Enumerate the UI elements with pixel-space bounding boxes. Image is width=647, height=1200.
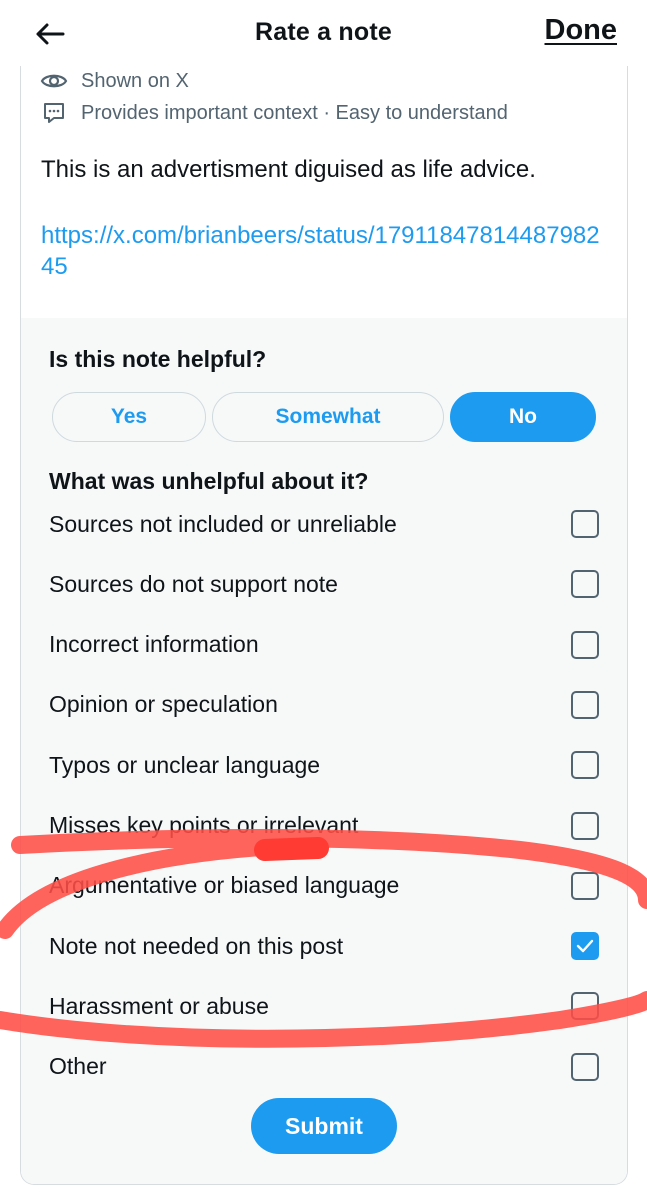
- checkbox[interactable]: [571, 510, 599, 538]
- checkbox[interactable]: [571, 1052, 599, 1081]
- reason-row[interactable]: Other: [49, 1045, 599, 1089]
- reason-row[interactable]: Harassment or abuse: [49, 984, 599, 1028]
- done-button[interactable]: Done: [545, 14, 618, 47]
- rating-panel: Is this note helpful? Yes Somewhat No Wh…: [21, 318, 627, 1184]
- checkbox[interactable]: [571, 751, 599, 780]
- checkbox[interactable]: [571, 992, 599, 1021]
- reason-row[interactable]: Argumentative or biased language: [49, 864, 599, 908]
- comment-icon: [39, 98, 69, 128]
- reason-row[interactable]: Incorrect information: [49, 623, 599, 667]
- checkbox[interactable]: [571, 811, 599, 840]
- reason-label: Opinion or speculation: [49, 691, 278, 718]
- reason-label: Typos or unclear language: [49, 751, 321, 778]
- checkbox[interactable]: [571, 570, 599, 599]
- reason-label: Misses key points or irrelevant: [49, 812, 359, 838]
- reason-label: Argumentative or biased language: [49, 872, 400, 899]
- top-bar: Rate a note Done: [0, 0, 647, 66]
- reason-row[interactable]: Misses key points or irrelevant: [49, 804, 599, 848]
- reason-label: Harassment or abuse: [49, 992, 269, 1019]
- note-tags-text: Provides important context · Easy to und…: [81, 101, 508, 124]
- checkbox-checked[interactable]: [571, 932, 599, 961]
- reason-label: Incorrect information: [49, 631, 259, 658]
- reason-row[interactable]: Typos or unclear language: [49, 743, 599, 787]
- reason-row[interactable]: Note not needed on this post: [49, 924, 599, 968]
- rating-somewhat-button[interactable]: Somewhat: [212, 392, 444, 442]
- note-body: This is an advertisment diguised as life…: [41, 156, 536, 183]
- checkbox[interactable]: [571, 871, 599, 900]
- note-status-row: Shown on X: [39, 66, 189, 96]
- note-tags-row: Provides important context · Easy to und…: [39, 98, 508, 128]
- note-card: Shown on X Provides important context · …: [20, 66, 628, 1185]
- submit-button[interactable]: Submit: [251, 1098, 397, 1154]
- note-status-text: Shown on X: [81, 69, 189, 92]
- checkmark-icon: [576, 939, 594, 953]
- reason-label: Other: [49, 1053, 107, 1080]
- rating-no-button[interactable]: No: [450, 392, 596, 442]
- checkbox[interactable]: [571, 690, 599, 719]
- reason-row[interactable]: Sources not included or unreliable: [49, 502, 599, 546]
- reason-row[interactable]: Sources do not support note: [49, 562, 599, 606]
- checkbox[interactable]: [571, 630, 599, 659]
- reason-row[interactable]: Opinion or speculation: [49, 683, 599, 727]
- reason-label: Sources not included or unreliable: [49, 510, 397, 537]
- reason-label: Sources do not support note: [49, 570, 338, 597]
- rating-yes-button[interactable]: Yes: [52, 392, 206, 442]
- eye-icon: [39, 66, 69, 96]
- note-source-link[interactable]: https://x.com/brianbeers/status/17911847…: [41, 220, 611, 282]
- reason-label: Note not needed on this post: [49, 932, 344, 959]
- helpful-question: Is this note helpful?: [49, 346, 267, 372]
- rate-note-screen: Rate a note Done Shown on X Provides imp…: [0, 0, 647, 1200]
- unhelpful-question: What was unhelpful about it?: [49, 468, 369, 494]
